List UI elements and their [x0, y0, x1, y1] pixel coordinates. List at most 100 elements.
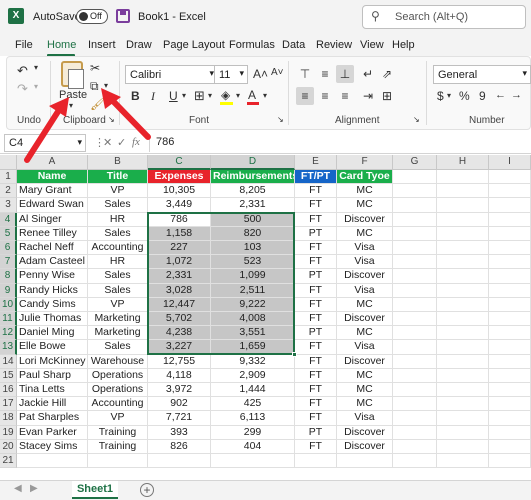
data-cell[interactable]: Stacey Sims — [17, 439, 88, 454]
data-cell[interactable]: Edward Swan — [17, 198, 88, 213]
cell[interactable] — [393, 297, 437, 312]
data-cell[interactable]: Discover — [337, 269, 393, 284]
align-middle-icon[interactable]: ≡ — [316, 65, 334, 83]
cell[interactable] — [437, 340, 489, 355]
cell[interactable] — [393, 269, 437, 284]
column-header[interactable]: B — [88, 155, 148, 170]
data-cell[interactable]: 9,222 — [211, 297, 295, 312]
cell[interactable] — [489, 170, 531, 185]
data-cell[interactable]: Evan Parker — [17, 425, 88, 440]
underline-dropdown-icon[interactable]: ▾ — [182, 91, 186, 100]
data-cell[interactable]: FT — [295, 340, 337, 355]
data-cell[interactable]: Training — [88, 439, 148, 454]
cell[interactable] — [437, 241, 489, 256]
cell[interactable] — [393, 354, 437, 369]
data-cell[interactable]: FT — [295, 439, 337, 454]
cell[interactable] — [393, 312, 437, 327]
data-cell[interactable]: 3,227 — [148, 340, 211, 355]
cell[interactable] — [437, 312, 489, 327]
cancel-icon[interactable]: ✕ — [103, 136, 112, 149]
row-header[interactable]: 21 — [0, 454, 17, 469]
data-cell[interactable]: 227 — [148, 241, 211, 256]
data-cell[interactable]: FT — [295, 212, 337, 227]
enter-icon[interactable]: ✓ — [117, 136, 126, 149]
data-cell[interactable]: Sales — [88, 198, 148, 213]
data-cell[interactable]: Accounting — [88, 397, 148, 412]
cell[interactable] — [489, 212, 531, 227]
cell[interactable] — [437, 170, 489, 185]
sheet-tab-sheet1[interactable]: Sheet1 — [72, 481, 118, 499]
align-bottom-icon[interactable]: ⊥ — [336, 65, 354, 83]
cell[interactable] — [148, 454, 211, 469]
redo-dropdown-icon[interactable]: ▾ — [34, 82, 38, 91]
data-cell[interactable]: Pat Sharples — [17, 411, 88, 426]
cell[interactable] — [437, 269, 489, 284]
indent-icon[interactable]: ⇥ — [359, 87, 377, 105]
data-cell[interactable]: 3,551 — [211, 326, 295, 341]
cell[interactable] — [489, 226, 531, 241]
header-cell-ftpt[interactable]: FT/PT — [295, 170, 337, 185]
borders-icon[interactable]: ⊞ — [194, 88, 205, 104]
data-cell[interactable]: 3,449 — [148, 198, 211, 213]
cell[interactable] — [393, 340, 437, 355]
font-color-dropdown-icon[interactable]: ▾ — [263, 91, 267, 100]
data-cell[interactable]: MC — [337, 297, 393, 312]
cell[interactable] — [489, 411, 531, 426]
search-box[interactable]: ⚲ Search (Alt+Q) — [362, 5, 526, 29]
data-cell[interactable]: Penny Wise — [17, 269, 88, 284]
data-cell[interactable]: 8,205 — [211, 184, 295, 199]
number-format-select[interactable]: General ▾ — [433, 65, 531, 84]
row-header[interactable]: 16 — [0, 383, 17, 398]
underline-button[interactable]: U — [169, 89, 178, 103]
data-cell[interactable]: 4,118 — [148, 368, 211, 383]
cell[interactable] — [489, 198, 531, 213]
cell[interactable] — [393, 170, 437, 185]
row-header[interactable]: 10 — [0, 297, 17, 312]
row-header[interactable]: 1 — [0, 170, 17, 185]
cell[interactable] — [489, 425, 531, 440]
clipboard-icon[interactable] — [61, 61, 84, 89]
header-cell-title[interactable]: Title — [88, 170, 148, 185]
cell[interactable] — [295, 454, 337, 469]
align-right-icon[interactable]: ≡ — [336, 87, 354, 105]
data-cell[interactable]: Al Singer — [17, 212, 88, 227]
row-header[interactable]: 13 — [0, 340, 17, 355]
data-cell[interactable]: FT — [295, 283, 337, 298]
data-cell[interactable]: Tina Letts — [17, 383, 88, 398]
data-cell[interactable]: MC — [337, 326, 393, 341]
data-cell[interactable]: 103 — [211, 241, 295, 256]
cell[interactable] — [489, 326, 531, 341]
row-header[interactable]: 5 — [0, 226, 17, 241]
data-cell[interactable]: FT — [295, 397, 337, 412]
tab-home[interactable]: Home — [47, 39, 76, 51]
data-cell[interactable]: VP — [88, 297, 148, 312]
row-header[interactable]: 12 — [0, 326, 17, 341]
data-cell[interactable]: 2,331 — [211, 198, 295, 213]
row-header[interactable]: 4 — [0, 212, 17, 227]
cell[interactable] — [489, 269, 531, 284]
data-cell[interactable]: VP — [88, 411, 148, 426]
paste-button[interactable]: Paste — [59, 89, 87, 101]
row-header[interactable]: 3 — [0, 198, 17, 213]
undo-dropdown-icon[interactable]: ▾ — [34, 63, 38, 72]
select-all-button[interactable] — [0, 155, 17, 170]
save-icon[interactable] — [116, 9, 130, 23]
data-cell[interactable]: Sales — [88, 283, 148, 298]
tab-file[interactable]: File — [15, 39, 33, 51]
cell[interactable] — [437, 354, 489, 369]
data-cell[interactable]: 10,305 — [148, 184, 211, 199]
data-cell[interactable]: 4,238 — [148, 326, 211, 341]
data-cell[interactable]: Operations — [88, 383, 148, 398]
cell[interactable] — [393, 368, 437, 383]
formula-input[interactable]: 786 — [156, 136, 174, 148]
data-cell[interactable]: 393 — [148, 425, 211, 440]
cell[interactable] — [393, 326, 437, 341]
cell[interactable] — [489, 397, 531, 412]
align-top-icon[interactable]: ⊤ — [296, 65, 314, 83]
cell[interactable] — [489, 241, 531, 256]
cell[interactable] — [437, 226, 489, 241]
data-cell[interactable]: 4,008 — [211, 312, 295, 327]
font-color-icon[interactable]: A — [248, 88, 256, 102]
data-cell[interactable]: 826 — [148, 439, 211, 454]
header-cell-card[interactable]: Card Tyoe — [337, 170, 393, 185]
